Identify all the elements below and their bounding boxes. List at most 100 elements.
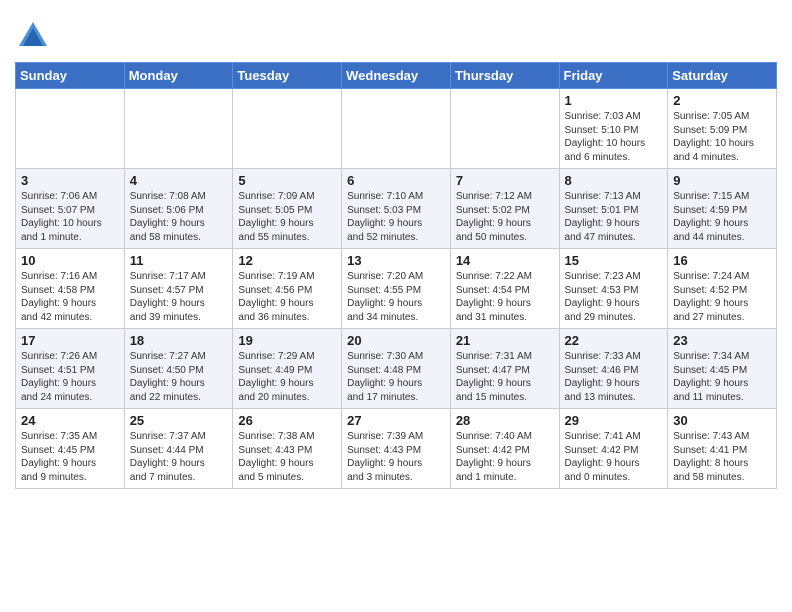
day-info: Sunrise: 7:10 AM Sunset: 5:03 PM Dayligh… — [347, 190, 445, 244]
day-number: 26 — [238, 413, 336, 428]
day-info: Sunrise: 7:35 AM Sunset: 4:45 PM Dayligh… — [21, 430, 119, 484]
day-info: Sunrise: 7:40 AM Sunset: 4:42 PM Dayligh… — [456, 430, 554, 484]
calendar-week-row: 3Sunrise: 7:06 AM Sunset: 5:07 PM Daylig… — [16, 169, 777, 249]
day-number: 4 — [130, 173, 228, 188]
day-number: 22 — [565, 333, 663, 348]
day-info: Sunrise: 7:39 AM Sunset: 4:43 PM Dayligh… — [347, 430, 445, 484]
day-info: Sunrise: 7:09 AM Sunset: 5:05 PM Dayligh… — [238, 190, 336, 244]
day-info: Sunrise: 7:27 AM Sunset: 4:50 PM Dayligh… — [130, 350, 228, 404]
day-number: 12 — [238, 253, 336, 268]
calendar-cell: 11 Sunrise: 7:17 AM Sunset: 4:57 PM Dayli… — [124, 249, 233, 329]
day-info: Sunrise: 7:33 AM Sunset: 4:46 PM Dayligh… — [565, 350, 663, 404]
calendar-cell: 20Sunrise: 7:30 AM Sunset: 4:48 PM Dayli… — [342, 329, 451, 409]
calendar-cell: 25 Sunrise: 7:37 AM Sunset: 4:44 PM Dayli… — [124, 409, 233, 489]
calendar-cell: 1Sunrise: 7:03 AM Sunset: 5:10 PM Daylig… — [559, 89, 668, 169]
day-number: 7 — [456, 173, 554, 188]
day-number: 18 — [130, 333, 228, 348]
day-info: Sunrise: 7:30 AM Sunset: 4:48 PM Dayligh… — [347, 350, 445, 404]
day-info: Sunrise: 7:13 AM Sunset: 5:01 PM Dayligh… — [565, 190, 663, 244]
calendar-cell: 30 Sunrise: 7:43 AM Sunset: 4:41 PM Dayli… — [668, 409, 777, 489]
calendar-cell — [450, 89, 559, 169]
day-info: Sunrise: 7:19 AM Sunset: 4:56 PM Dayligh… — [238, 270, 336, 324]
day-number: 1 — [565, 93, 663, 108]
day-info: Sunrise: 7:23 AM Sunset: 4:53 PM Dayligh… — [565, 270, 663, 324]
calendar-cell: 22 Sunrise: 7:33 AM Sunset: 4:46 PM Dayli… — [559, 329, 668, 409]
calendar-cell: 3Sunrise: 7:06 AM Sunset: 5:07 PM Daylig… — [16, 169, 125, 249]
day-number: 27 — [347, 413, 445, 428]
day-number: 9 — [673, 173, 771, 188]
day-number: 6 — [347, 173, 445, 188]
day-info: Sunrise: 7:31 AM Sunset: 4:47 PM Dayligh… — [456, 350, 554, 404]
day-info: Sunrise: 7:37 AM Sunset: 4:44 PM Dayligh… — [130, 430, 228, 484]
calendar-cell: 10Sunrise: 7:16 AM Sunset: 4:58 PM Dayli… — [16, 249, 125, 329]
calendar-cell: 7 Sunrise: 7:12 AM Sunset: 5:02 PM Daylig… — [450, 169, 559, 249]
calendar-cell: 8Sunrise: 7:13 AM Sunset: 5:01 PM Daylig… — [559, 169, 668, 249]
day-number: 21 — [456, 333, 554, 348]
day-info: Sunrise: 7:22 AM Sunset: 4:54 PM Dayligh… — [456, 270, 554, 324]
day-number: 5 — [238, 173, 336, 188]
calendar-cell: 2 Sunrise: 7:05 AM Sunset: 5:09 PM Daylig… — [668, 89, 777, 169]
calendar-cell: 21 Sunrise: 7:31 AM Sunset: 4:47 PM Dayli… — [450, 329, 559, 409]
day-number: 16 — [673, 253, 771, 268]
calendar-week-row: 10Sunrise: 7:16 AM Sunset: 4:58 PM Dayli… — [16, 249, 777, 329]
day-info: Sunrise: 7:41 AM Sunset: 4:42 PM Dayligh… — [565, 430, 663, 484]
day-of-week-header: Monday — [124, 63, 233, 89]
day-info: Sunrise: 7:38 AM Sunset: 4:43 PM Dayligh… — [238, 430, 336, 484]
day-info: Sunrise: 7:17 AM Sunset: 4:57 PM Dayligh… — [130, 270, 228, 324]
day-number: 11 — [130, 253, 228, 268]
calendar-cell: 28 Sunrise: 7:40 AM Sunset: 4:42 PM Dayli… — [450, 409, 559, 489]
calendar-cell: 26 Sunrise: 7:38 AM Sunset: 4:43 PM Dayli… — [233, 409, 342, 489]
day-number: 19 — [238, 333, 336, 348]
calendar-cell: 5 Sunrise: 7:09 AM Sunset: 5:05 PM Daylig… — [233, 169, 342, 249]
day-of-week-header: Sunday — [16, 63, 125, 89]
calendar-cell: 29Sunrise: 7:41 AM Sunset: 4:42 PM Dayli… — [559, 409, 668, 489]
calendar-header-row: SundayMondayTuesdayWednesdayThursdayFrid… — [16, 63, 777, 89]
day-number: 10 — [21, 253, 119, 268]
calendar-cell — [342, 89, 451, 169]
calendar-cell: 27 Sunrise: 7:39 AM Sunset: 4:43 PM Dayli… — [342, 409, 451, 489]
day-info: Sunrise: 7:08 AM Sunset: 5:06 PM Dayligh… — [130, 190, 228, 244]
day-info: Sunrise: 7:43 AM Sunset: 4:41 PM Dayligh… — [673, 430, 771, 484]
day-info: Sunrise: 7:15 AM Sunset: 4:59 PM Dayligh… — [673, 190, 771, 244]
day-number: 30 — [673, 413, 771, 428]
day-number: 24 — [21, 413, 119, 428]
day-of-week-header: Friday — [559, 63, 668, 89]
day-number: 13 — [347, 253, 445, 268]
calendar-week-row: 17Sunrise: 7:26 AM Sunset: 4:51 PM Dayli… — [16, 329, 777, 409]
day-number: 28 — [456, 413, 554, 428]
day-info: Sunrise: 7:12 AM Sunset: 5:02 PM Dayligh… — [456, 190, 554, 244]
day-of-week-header: Saturday — [668, 63, 777, 89]
calendar-cell: 24 Sunrise: 7:35 AM Sunset: 4:45 PM Dayli… — [16, 409, 125, 489]
calendar-cell: 17Sunrise: 7:26 AM Sunset: 4:51 PM Dayli… — [16, 329, 125, 409]
day-number: 2 — [673, 93, 771, 108]
day-number: 14 — [456, 253, 554, 268]
day-number: 23 — [673, 333, 771, 348]
day-number: 25 — [130, 413, 228, 428]
calendar-cell: 4 Sunrise: 7:08 AM Sunset: 5:06 PM Daylig… — [124, 169, 233, 249]
day-info: Sunrise: 7:24 AM Sunset: 4:52 PM Dayligh… — [673, 270, 771, 324]
calendar-cell — [16, 89, 125, 169]
logo-icon — [15, 18, 51, 54]
day-info: Sunrise: 7:29 AM Sunset: 4:49 PM Dayligh… — [238, 350, 336, 404]
calendar-cell: 12 Sunrise: 7:19 AM Sunset: 4:56 PM Dayli… — [233, 249, 342, 329]
day-number: 3 — [21, 173, 119, 188]
calendar-cell: 15 Sunrise: 7:23 AM Sunset: 4:53 PM Dayli… — [559, 249, 668, 329]
calendar-cell: 23 Sunrise: 7:34 AM Sunset: 4:45 PM Dayli… — [668, 329, 777, 409]
day-of-week-header: Thursday — [450, 63, 559, 89]
calendar-cell: 18 Sunrise: 7:27 AM Sunset: 4:50 PM Dayli… — [124, 329, 233, 409]
calendar-cell: 19 Sunrise: 7:29 AM Sunset: 4:49 PM Dayli… — [233, 329, 342, 409]
calendar-cell: 9 Sunrise: 7:15 AM Sunset: 4:59 PM Daylig… — [668, 169, 777, 249]
calendar: SundayMondayTuesdayWednesdayThursdayFrid… — [15, 62, 777, 489]
day-number: 15 — [565, 253, 663, 268]
calendar-cell — [233, 89, 342, 169]
calendar-cell: 14 Sunrise: 7:22 AM Sunset: 4:54 PM Dayli… — [450, 249, 559, 329]
day-info: Sunrise: 7:34 AM Sunset: 4:45 PM Dayligh… — [673, 350, 771, 404]
calendar-cell: 16 Sunrise: 7:24 AM Sunset: 4:52 PM Dayli… — [668, 249, 777, 329]
calendar-cell: 13 Sunrise: 7:20 AM Sunset: 4:55 PM Dayli… — [342, 249, 451, 329]
header — [15, 10, 777, 54]
day-of-week-header: Wednesday — [342, 63, 451, 89]
day-info: Sunrise: 7:05 AM Sunset: 5:09 PM Dayligh… — [673, 110, 771, 164]
day-info: Sunrise: 7:26 AM Sunset: 4:51 PM Dayligh… — [21, 350, 119, 404]
day-info: Sunrise: 7:20 AM Sunset: 4:55 PM Dayligh… — [347, 270, 445, 324]
logo — [15, 18, 55, 54]
